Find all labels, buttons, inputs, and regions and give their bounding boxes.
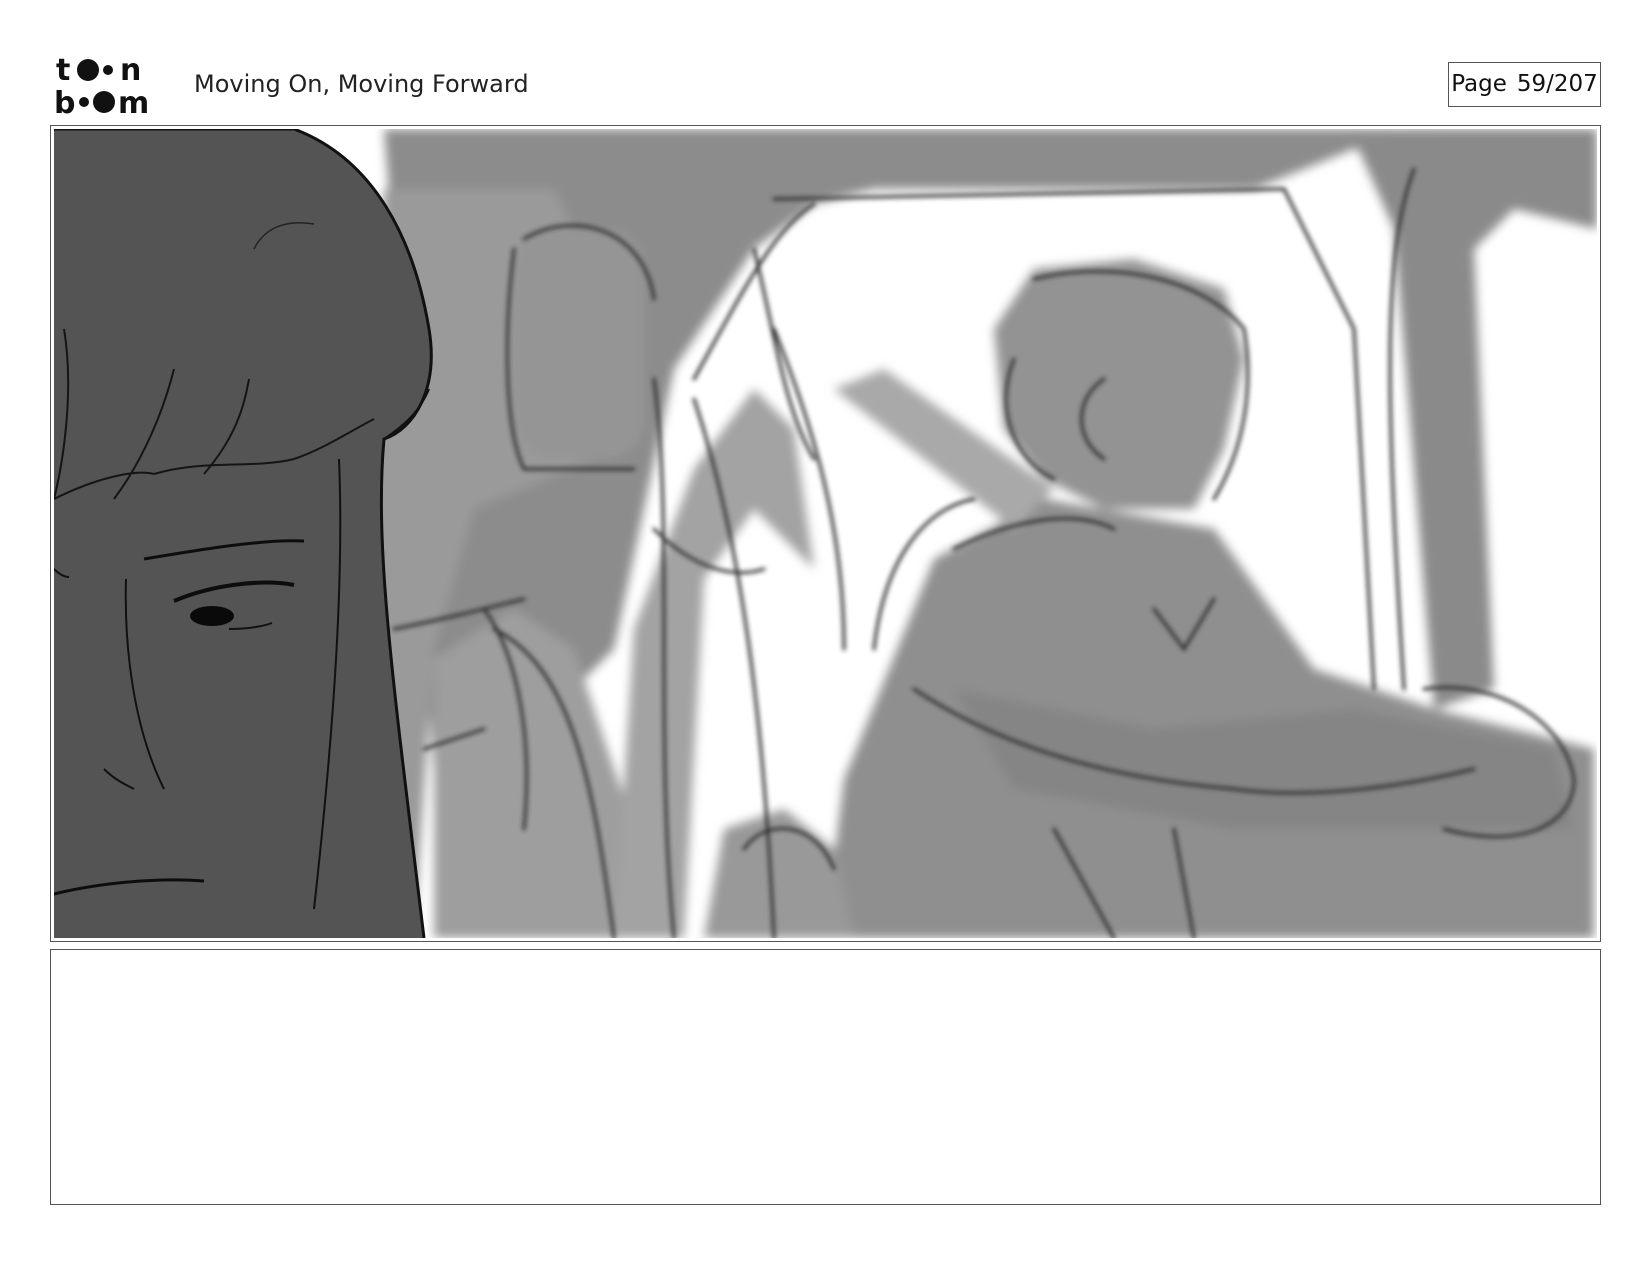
- page-indicator: Page 59/207: [1448, 62, 1601, 107]
- svg-text:n: n: [120, 54, 141, 88]
- page-number: 59/207: [1516, 71, 1598, 97]
- svg-text:m: m: [118, 86, 149, 116]
- document-title: Moving On, Moving Forward: [194, 70, 529, 98]
- storyboard-sketch-image: [54, 129, 1597, 938]
- svg-text:b: b: [54, 86, 75, 116]
- panel-notes-box: [50, 949, 1601, 1205]
- page-label: Page: [1451, 71, 1507, 97]
- storyboard-panel: [50, 125, 1601, 942]
- toonboom-logo: t n b m: [54, 54, 149, 116]
- svg-text:t: t: [56, 54, 70, 88]
